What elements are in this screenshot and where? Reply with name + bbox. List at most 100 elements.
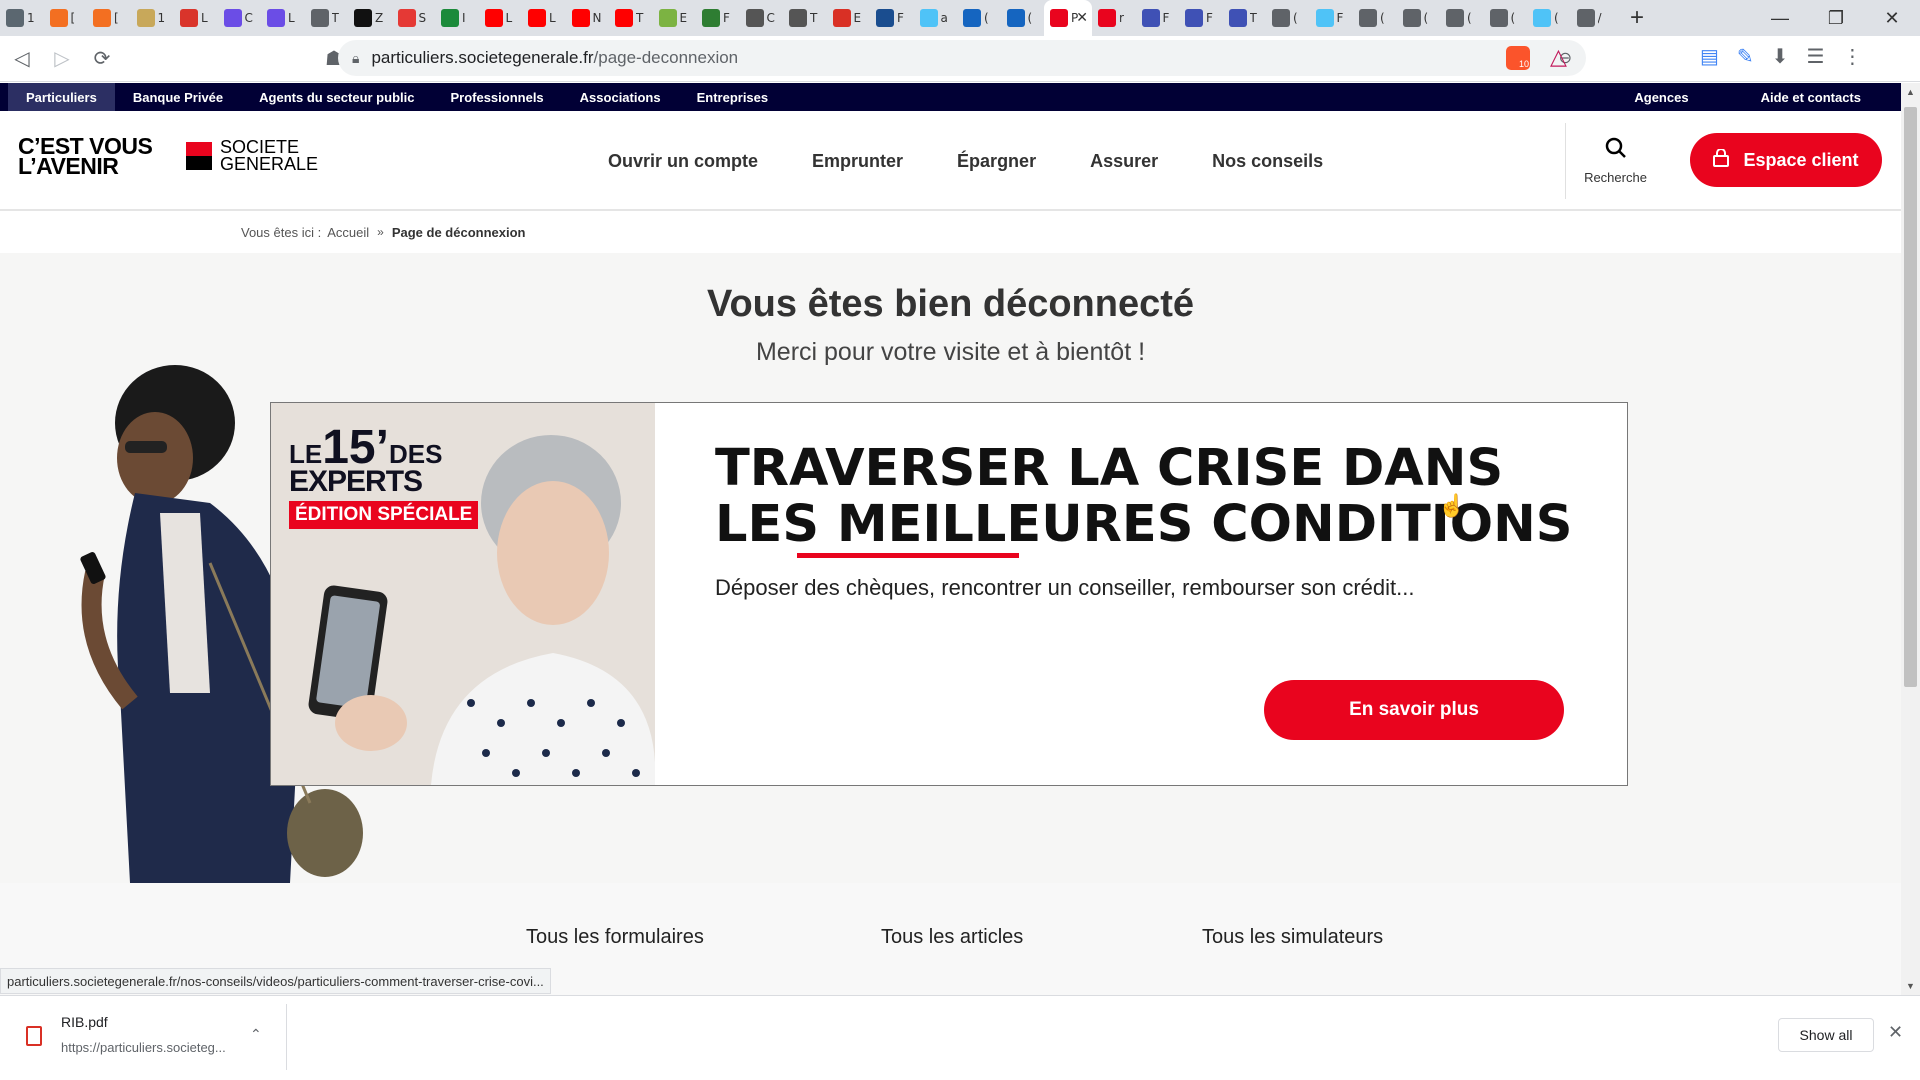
playlist-icon[interactable]: ☰ — [1806, 44, 1824, 69]
page-scrollbar[interactable]: ▲ ▼ — [1901, 83, 1920, 995]
download-item[interactable]: RIB.pdf https://particuliers.societeg...… — [0, 1004, 287, 1070]
browser-tab[interactable]: I — [435, 0, 479, 36]
logo-brand: SOCIETE GENERALE — [220, 138, 318, 173]
browser-tab[interactable]: F — [696, 0, 740, 36]
link-articles[interactable]: Tous les articles — [881, 926, 1023, 949]
forward-icon[interactable]: ▷ — [44, 41, 80, 77]
browser-tab[interactable]: T — [783, 0, 827, 36]
browser-tab[interactable]: [ — [44, 0, 88, 36]
nav-assurer[interactable]: Assurer — [1090, 151, 1158, 172]
scrollbar-thumb[interactable] — [1904, 107, 1917, 687]
browser-tab[interactable]: T — [1223, 0, 1267, 36]
brave-shield-icon[interactable]: 10 — [1506, 46, 1530, 70]
tab-title: ( — [1467, 11, 1472, 25]
browser-tab[interactable]: ( — [1440, 0, 1484, 36]
close-tab-icon[interactable]: ✕ — [1076, 9, 1088, 26]
new-tab-icon[interactable]: + — [1622, 4, 1652, 32]
reload-icon[interactable]: ⟳ — [84, 41, 120, 77]
segment-professionnels[interactable]: Professionnels — [432, 83, 561, 111]
browser-tab[interactable]: F — [1310, 0, 1354, 36]
tab-title: F — [1162, 11, 1170, 25]
nav-ouvrir-compte[interactable]: Ouvrir un compte — [608, 151, 758, 172]
aide-contacts-link[interactable]: Aide et contacts — [1743, 83, 1879, 111]
tab-title: ( — [1510, 11, 1516, 25]
espace-client-button[interactable]: Espace client — [1690, 133, 1882, 187]
browser-tab[interactable]: N — [566, 0, 610, 36]
site-logo[interactable]: C’EST VOUS L’AVENIR SOCIETE GENERALE — [18, 135, 318, 178]
minimize-icon[interactable]: — — [1752, 0, 1808, 36]
nav-nos-conseils[interactable]: Nos conseils — [1212, 151, 1323, 172]
download-file-name: RIB.pdf — [61, 1014, 108, 1030]
browser-tab[interactable]: ( — [1484, 0, 1528, 36]
browser-tab[interactable]: C — [740, 0, 784, 36]
breadcrumb-current: Page de déconnexion — [391, 224, 526, 240]
segment-entreprises[interactable]: Entreprises — [679, 83, 787, 111]
tab-title: S — [418, 11, 427, 25]
promo-banner[interactable]: LE15’DES EXPERTS ÉDITION SPÉCIALE TRAVER… — [270, 402, 1628, 786]
show-all-button[interactable]: Show all — [1778, 1018, 1874, 1052]
chevron-right-icon: » — [377, 225, 384, 239]
browser-tab[interactable]: T — [305, 0, 349, 36]
pen-icon[interactable]: ✎ — [1737, 44, 1754, 69]
browser-tab[interactable]: L — [479, 0, 523, 36]
browser-tab[interactable]: [ — [87, 0, 131, 36]
tab-title: T — [810, 11, 818, 25]
nav-emprunter[interactable]: Emprunter — [812, 151, 903, 172]
browser-tab[interactable]: L — [174, 0, 218, 36]
browser-tab[interactable]: L — [522, 0, 566, 36]
browser-tab[interactable]: C — [218, 0, 262, 36]
browser-tab[interactable]: r — [1092, 0, 1136, 36]
browser-tab[interactable]: Z — [348, 0, 392, 36]
address-bar[interactable]: 🔒︎ particuliers.societegenerale.fr/page-… — [338, 40, 1586, 76]
browser-tab[interactable]: E — [653, 0, 697, 36]
link-formulaires[interactable]: Tous les formulaires — [526, 926, 704, 949]
browser-tab[interactable]: T — [609, 0, 653, 36]
browser-tab[interactable]: F — [1179, 0, 1223, 36]
segment-particuliers[interactable]: Particuliers — [8, 83, 115, 111]
tab-title: F — [1206, 11, 1213, 25]
close-window-icon[interactable]: ✕ — [1864, 0, 1920, 36]
segment-associations[interactable]: Associations — [562, 83, 679, 111]
browser-tab[interactable]: L — [261, 0, 305, 36]
agences-link[interactable]: Agences — [1616, 83, 1706, 111]
scroll-down-icon[interactable]: ▼ — [1906, 981, 1915, 991]
browser-tab[interactable]: F — [1136, 0, 1180, 36]
browser-tab[interactable]: ( — [1527, 0, 1571, 36]
browser-tab[interactable]: S — [392, 0, 436, 36]
nav-epargner[interactable]: Épargner — [957, 151, 1036, 172]
browser-tab[interactable]: ( — [1266, 0, 1310, 36]
back-icon[interactable]: ◁ — [4, 41, 40, 77]
tab-favicon-icon — [1446, 9, 1464, 27]
browser-tab[interactable]: ( — [957, 0, 1001, 36]
promo-underline — [797, 553, 1019, 558]
browser-tab[interactable]: / — [1571, 0, 1615, 36]
browser-tab[interactable]: E — [827, 0, 871, 36]
segment-banque-privee[interactable]: Banque Privée — [115, 83, 241, 111]
search-button[interactable]: Recherche — [1565, 123, 1665, 199]
breadcrumb-home[interactable]: Accueil — [327, 225, 369, 240]
browser-tab[interactable]: ( — [1397, 0, 1441, 36]
browser-tab[interactable]: a — [914, 0, 958, 36]
browser-tab[interactable]: 1 — [0, 0, 44, 36]
browser-tab[interactable]: ( — [1353, 0, 1397, 36]
tab-favicon-icon — [1315, 9, 1334, 27]
menu-icon[interactable]: ⋮ — [1842, 44, 1862, 69]
restore-icon[interactable]: ❐ — [1808, 0, 1864, 36]
close-downloads-icon[interactable]: ✕ — [1888, 1022, 1903, 1043]
browser-tab[interactable]: 1 — [131, 0, 175, 36]
link-simulateurs[interactable]: Tous les simulateurs — [1202, 926, 1383, 949]
tab-favicon-icon — [789, 9, 807, 27]
chevron-up-icon[interactable]: ⌃ — [250, 1026, 262, 1043]
brave-rewards-icon[interactable]: △ — [1550, 44, 1567, 70]
scroll-up-icon[interactable]: ▲ — [1906, 87, 1915, 97]
download-icon[interactable]: ⬇ — [1772, 44, 1789, 69]
tab-active[interactable]: P ✕ — [1044, 0, 1092, 36]
browser-tab[interactable]: F — [870, 0, 914, 36]
tab-title: E — [853, 11, 862, 25]
tab-title: L — [549, 11, 556, 25]
segment-agents-public[interactable]: Agents du secteur public — [241, 83, 432, 111]
en-savoir-plus-button[interactable]: En savoir plus — [1264, 680, 1564, 740]
translate-icon[interactable]: ▤ — [1700, 44, 1719, 69]
tab-favicon-icon — [1006, 9, 1025, 27]
browser-tab[interactable]: ( — [1001, 0, 1045, 36]
